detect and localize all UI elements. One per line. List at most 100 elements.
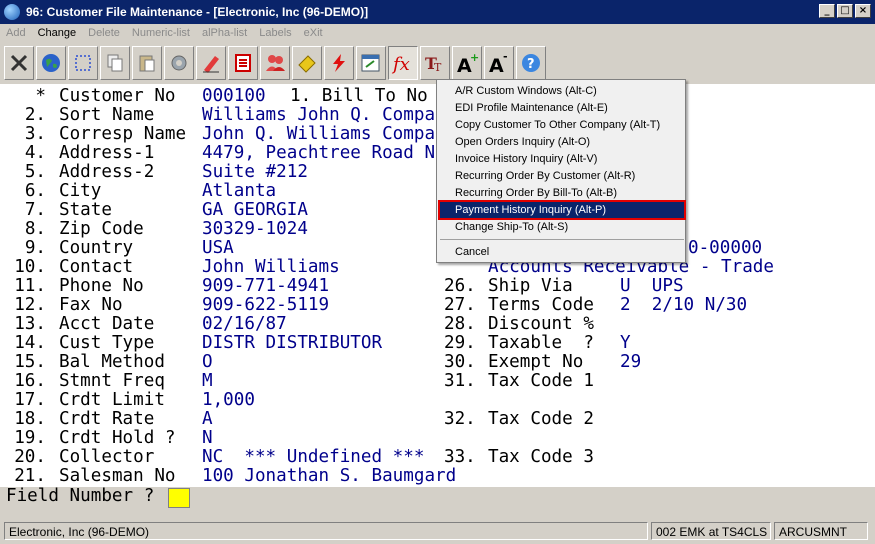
field-value: U UPS	[620, 276, 684, 296]
help-icon[interactable]: ?	[516, 46, 546, 80]
prompt-line: Field Number ?	[0, 487, 875, 511]
select-icon[interactable]	[68, 46, 98, 80]
function-icon[interactable]: fx	[388, 46, 418, 80]
menu-item-ar-custom-windows[interactable]: A/R Custom Windows (Alt-C)	[440, 83, 684, 99]
field-label: Phone No	[59, 276, 144, 296]
field-number: 12.	[14, 295, 46, 315]
svg-text:A: A	[489, 55, 504, 75]
field-label: Stmnt Freq	[59, 371, 165, 391]
menu-item-recurring-order-bill-to[interactable]: Recurring Order By Bill-To (Alt-B)	[440, 185, 684, 201]
list-icon[interactable]	[228, 46, 258, 80]
font-increase-icon[interactable]: A +	[452, 46, 482, 80]
font-decrease-icon[interactable]: A-	[484, 46, 514, 80]
copy-icon[interactable]	[100, 46, 130, 80]
menu-item-edi-profile-maintenance[interactable]: EDI Profile Maintenance (Alt-E)	[440, 100, 684, 116]
field-number: 11.	[14, 276, 46, 296]
function-dropdown-menu: A/R Custom Windows (Alt-C) EDI Profile M…	[436, 79, 686, 263]
status-company: Electronic, Inc (96-DEMO)	[4, 522, 648, 540]
app-icon	[4, 4, 20, 20]
field-label: Tax Code 2	[488, 409, 594, 429]
field-value: 909-771-4941	[202, 276, 330, 296]
field-number: 2.	[24, 105, 46, 125]
field-value: NC *** Undefined ***	[202, 447, 425, 467]
calendar-icon[interactable]	[356, 46, 386, 80]
paste-icon[interactable]	[132, 46, 162, 80]
lightning-icon[interactable]	[324, 46, 354, 80]
window-title: 96: Customer File Maintenance - [Electro…	[26, 5, 369, 19]
field-value: Suite #212	[202, 162, 308, 182]
menu-item-invoice-history-inquiry[interactable]: Invoice History Inquiry (Alt-V)	[440, 151, 684, 167]
menu-change[interactable]: Change	[32, 27, 83, 39]
menu-item-cancel[interactable]: Cancel	[440, 244, 684, 260]
menu-item-open-orders-inquiry[interactable]: Open Orders Inquiry (Alt-O)	[440, 134, 684, 150]
menu-separator	[440, 239, 684, 240]
edit-icon[interactable]	[196, 46, 226, 80]
field-value: O	[202, 352, 213, 372]
menu-item-recurring-order-customer[interactable]: Recurring Order By Customer (Alt-R)	[440, 168, 684, 184]
field-number: 29.	[444, 333, 476, 353]
maximize-button[interactable]: □	[837, 4, 853, 18]
menu-item-copy-customer[interactable]: Copy Customer To Other Company (Alt-T)	[440, 117, 684, 133]
svg-text:fx: fx	[391, 54, 410, 75]
svg-text:T: T	[434, 61, 442, 74]
svg-text:-: -	[503, 51, 508, 63]
settings-icon[interactable]	[164, 46, 194, 80]
field-label: Exempt No	[488, 352, 584, 372]
users-icon[interactable]	[260, 46, 290, 80]
status-session: 002 EMK at TS4CLS	[651, 522, 771, 540]
field-label: Bal Method	[59, 352, 165, 372]
menu-exit[interactable]: eXit	[298, 27, 329, 39]
menu-item-payment-history-inquiry[interactable]: Payment History Inquiry (Alt-P)	[438, 200, 686, 220]
field-value: USA	[202, 238, 234, 258]
field-number: 9.	[24, 238, 46, 258]
title-bar: 96: Customer File Maintenance - [Electro…	[0, 0, 875, 24]
menu-delete[interactable]: Delete	[82, 27, 126, 39]
field-value: N	[202, 428, 213, 448]
field-label: Sort Name	[59, 105, 155, 125]
field-label: Fax No	[59, 295, 123, 315]
field-label: Tax Code 3	[488, 447, 594, 467]
field-number: 31.	[444, 371, 476, 391]
field-label: Taxable ?	[488, 333, 594, 353]
menu-labels[interactable]: Labels	[253, 27, 297, 39]
field-label: Contact	[59, 257, 134, 277]
exit-icon[interactable]	[4, 46, 34, 80]
menu-numeric-list[interactable]: Numeric-list	[126, 27, 196, 39]
field-number: 20.	[14, 447, 46, 467]
field-label: Address-2	[59, 162, 155, 182]
field-label: Corresp Name	[59, 124, 187, 144]
field-number: 4.	[24, 143, 46, 163]
field-value: John Q. Williams Compa	[202, 124, 436, 144]
field-label: Tax Code 1	[488, 371, 594, 391]
field-label: Zip Code	[59, 219, 144, 239]
bill-to-label: 1. Bill To No	[290, 86, 428, 106]
globe-icon[interactable]	[36, 46, 66, 80]
field-value: Atlanta	[202, 181, 277, 201]
tag-icon[interactable]	[292, 46, 322, 80]
field-value: DISTR DISTRIBUTOR	[202, 333, 383, 353]
menu-alpha-list[interactable]: alPha-list	[196, 27, 253, 39]
field-label: City	[59, 181, 102, 201]
account-no-tail: 0-00000	[688, 238, 763, 258]
field-number-input[interactable]	[168, 488, 190, 508]
close-button[interactable]: ×	[855, 4, 871, 18]
minimize-button[interactable]: _	[819, 4, 835, 18]
field-number: 21.	[14, 466, 46, 486]
svg-text:?: ?	[527, 57, 535, 72]
menu-add[interactable]: Add	[0, 27, 32, 39]
field-label: Crdt Limit	[59, 390, 165, 410]
field-number: 6.	[24, 181, 46, 201]
field-label: Ship Via	[488, 276, 573, 296]
font-icon[interactable]: TT	[420, 46, 450, 80]
field-label: Crdt Rate	[59, 409, 155, 429]
status-program: ARCUSMNT	[774, 522, 868, 540]
prompt-label: Field Number ?	[6, 486, 155, 506]
field-label: Collector	[59, 447, 155, 467]
field-number: 10.	[14, 257, 46, 277]
field-number: 19.	[14, 428, 46, 448]
field-label: Address-1	[59, 143, 155, 163]
field-value: 4479, Peachtree Road N	[202, 143, 436, 163]
field-number: 14.	[14, 333, 46, 353]
menu-item-change-ship-to[interactable]: Change Ship-To (Alt-S)	[440, 219, 684, 235]
field-value: A	[202, 409, 213, 429]
